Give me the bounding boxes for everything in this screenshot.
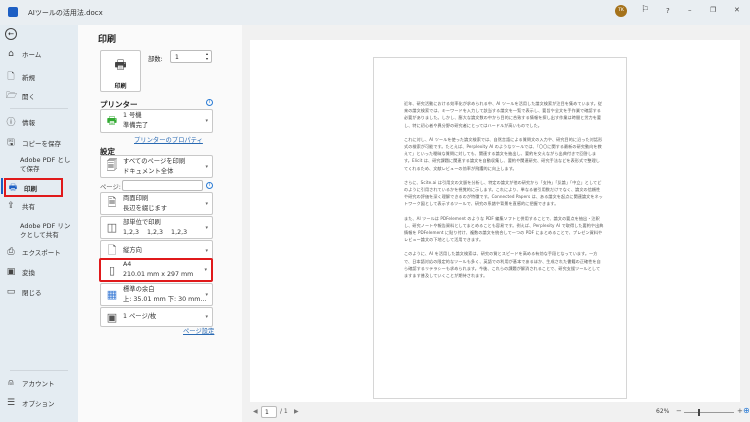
chevron-down-icon: ▾: [205, 118, 208, 124]
sidebar-item-save-copy[interactable]: 🖫 コピーを保存: [6, 135, 76, 151]
sidebar-item-convert[interactable]: ▣ 変換: [6, 267, 76, 277]
margins-dropdown[interactable]: ▦ 標準の余白 上: 35.01 mm 下: 30 mm… ▾: [100, 283, 213, 306]
printer-icon: 🖶: [8, 182, 18, 193]
print-settings-panel: 印刷 🖶 印刷 部数: 1 ▴ ▾ プリンター i 🖶 1 号機 準備完了 ▾ プリン…: [78, 25, 242, 422]
page-title: 印刷: [98, 35, 117, 45]
duplex-icon: 🗎: [107, 196, 117, 209]
info-icon: ⓘ: [6, 118, 16, 128]
paragraph: さらに、Scite.ai は引用文の文脈を分析し、特定の論文が他の研究から「支持…: [404, 179, 603, 207]
paragraph: これに対し、AI ツールを使った論文検索では、自然言語による質問文の入力や、研究…: [404, 136, 603, 171]
close-doc-icon: ▭: [6, 287, 16, 297]
options-icon: ☰: [6, 398, 16, 408]
zoom-slider[interactable]: [684, 409, 734, 416]
sidebar-item-save-adobe-pdf[interactable]: Adobe PDF として保存: [20, 156, 75, 174]
pages-input[interactable]: [122, 180, 203, 191]
restore-button[interactable]: ❐: [710, 6, 716, 14]
zoom-slider-thumb[interactable]: [698, 409, 701, 416]
help-button[interactable]: ?: [666, 7, 670, 15]
print-range-dropdown[interactable]: 🗐 すべてのページを印刷 ドキュメント全体 ▾: [100, 155, 213, 178]
sidebar-item-new[interactable]: 🗋 新規: [6, 69, 76, 85]
margins-icon: ▦: [106, 288, 118, 301]
minimize-button[interactable]: –: [688, 6, 692, 14]
account-icon: ⍝: [8, 378, 14, 388]
paragraph: 近年、研究活動における効率化が求められる中、AI ツールを活用した論文検索が注目…: [404, 101, 603, 128]
divider: [10, 108, 68, 109]
back-button[interactable]: ←: [5, 28, 17, 40]
sidebar-item-close[interactable]: ▭ 閉じる: [6, 287, 76, 297]
backstage-sidebar: ← ⌂ ホーム 🗋 新規 🗁 開く ⓘ 情報 🖫 コピーを保存 Adobe PDF として…: [0, 25, 78, 422]
previous-page-icon[interactable]: ◀: [253, 408, 258, 415]
print-button[interactable]: 🖶 印刷: [100, 50, 141, 92]
pages-label: ページ:: [100, 184, 121, 191]
next-page-icon[interactable]: ▶: [294, 408, 299, 415]
printer-icon: 🖶: [114, 58, 127, 73]
folder-icon: 🗁: [6, 91, 18, 101]
spin-arrows-icon[interactable]: ▴ ▾: [206, 51, 208, 61]
word-app-icon: [8, 7, 18, 17]
duplex-dropdown[interactable]: 🗎 両面印刷 長辺を綴じます ▾: [100, 192, 213, 215]
printer-properties-link[interactable]: プリンターのプロパティ: [134, 135, 203, 144]
sidebar-item-info[interactable]: ⓘ 情報: [6, 115, 76, 128]
convert-icon: ▣: [6, 267, 16, 277]
sidebar-item-export[interactable]: ⎙ エクスポート: [6, 247, 76, 257]
zoom-level: 62%: [656, 408, 670, 415]
sidebar-item-share[interactable]: ⇪ 共有: [6, 201, 76, 211]
divider: [10, 370, 68, 371]
paragraph: このように、AI を活用した論文検索は、研究の質とスピードを高める有効な手段とな…: [404, 251, 601, 279]
share-icon: ⇪: [7, 201, 15, 211]
page-number-input[interactable]: 1: [261, 406, 277, 418]
home-icon: ⌂: [8, 49, 14, 59]
copies-label: 部数:: [148, 56, 163, 63]
save-icon: 🖫: [7, 138, 15, 148]
paragraph: また、AI ツールは PDFelement のような PDF 編集ソフトと併用す…: [404, 215, 604, 243]
avatar[interactable]: TK: [615, 5, 627, 17]
printer-ready-icon: 🖶: [106, 113, 118, 127]
paper-icon: ▯: [108, 263, 116, 277]
sidebar-item-print[interactable]: 🖶 印刷: [4, 178, 63, 197]
close-button[interactable]: ✕: [734, 6, 740, 14]
title-bar: AIツールの活用法.docx TK ⚐ ? – ❐ ✕: [0, 0, 750, 25]
feedback-icon[interactable]: ⚐: [641, 5, 649, 15]
pages-per-sheet-dropdown[interactable]: ▣ 1 ページ/枚 ▾: [100, 307, 213, 327]
pages-per-sheet-icon: ▣: [106, 310, 118, 324]
sidebar-item-share-adobe-link[interactable]: Adobe PDF リンクとして共有: [20, 222, 75, 240]
info-icon[interactable]: i: [206, 99, 213, 106]
document-title: AIツールの活用法.docx: [28, 9, 103, 17]
page-total: / 1: [280, 408, 288, 415]
collation-dropdown[interactable]: ◫ 部単位で印刷 1,2,3 1,2,3 1,2,3 ▾: [100, 216, 213, 239]
sidebar-item-home[interactable]: ⌂ ホーム: [6, 49, 76, 59]
preview-page: 近年、研究活動における効率化が求められる中、AI ツールを活用した論文検索が注目…: [373, 57, 627, 399]
active-indicator: [1, 178, 3, 194]
document-pages-icon: 🗐: [106, 159, 118, 172]
zoom-out-button[interactable]: −: [676, 407, 682, 415]
copies-stepper[interactable]: 1 ▴ ▾: [170, 50, 212, 63]
printer-dropdown[interactable]: 🖶 1 号機 準備完了 ▾: [100, 109, 213, 133]
sidebar-item-options[interactable]: ☰ オプション: [6, 398, 76, 408]
page-setup-link[interactable]: ページ設定: [183, 326, 214, 335]
export-icon: ⎙: [7, 247, 15, 257]
info-icon[interactable]: i: [206, 182, 213, 189]
paper-size-dropdown[interactable]: ▯ A4 210.01 mm x 297 mm ▾: [99, 258, 213, 282]
sidebar-item-account[interactable]: ⍝ アカウント: [6, 378, 76, 388]
fit-page-icon[interactable]: ⊕: [743, 406, 750, 415]
collate-icon: ◫: [106, 221, 118, 234]
zoom-in-button[interactable]: +: [737, 407, 743, 415]
sidebar-item-open[interactable]: 🗁 開く: [6, 88, 76, 104]
preview-status-bar: ◀ 1 / 1 ▶ 62% − + ⊕: [242, 403, 750, 422]
new-file-icon: 🗋: [7, 72, 15, 82]
